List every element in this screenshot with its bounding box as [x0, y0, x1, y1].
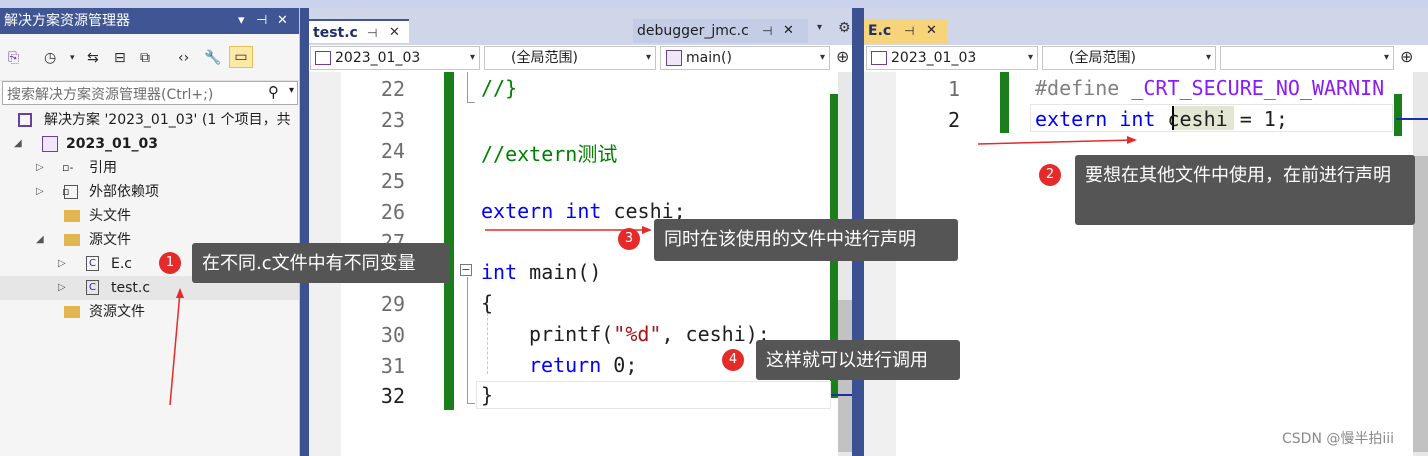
annotation-badge-3: 3: [618, 228, 640, 250]
annotation-badge-2: 2: [1039, 164, 1061, 186]
annotation-callout-4: 这样就可以进行调用: [756, 340, 960, 380]
annotation-badge-4: 4: [722, 349, 744, 371]
arrow-1-head: [176, 288, 184, 298]
annotation-badge-1: 1: [159, 252, 181, 274]
annotation-callout-2: 要想在其他文件中使用，在前进行声明: [1075, 155, 1415, 225]
arrow-2: [977, 139, 1134, 145]
watermark: CSDN @慢半拍iii: [1282, 431, 1395, 447]
arrow-2-head: [1127, 136, 1137, 144]
annotation-callout-1: 在不同.c文件中有不同变量: [192, 243, 450, 283]
arrow-3-head: [642, 226, 652, 234]
arrow-1: [169, 291, 181, 406]
annotation-callout-3: 同时在该使用的文件中进行声明: [654, 219, 958, 261]
